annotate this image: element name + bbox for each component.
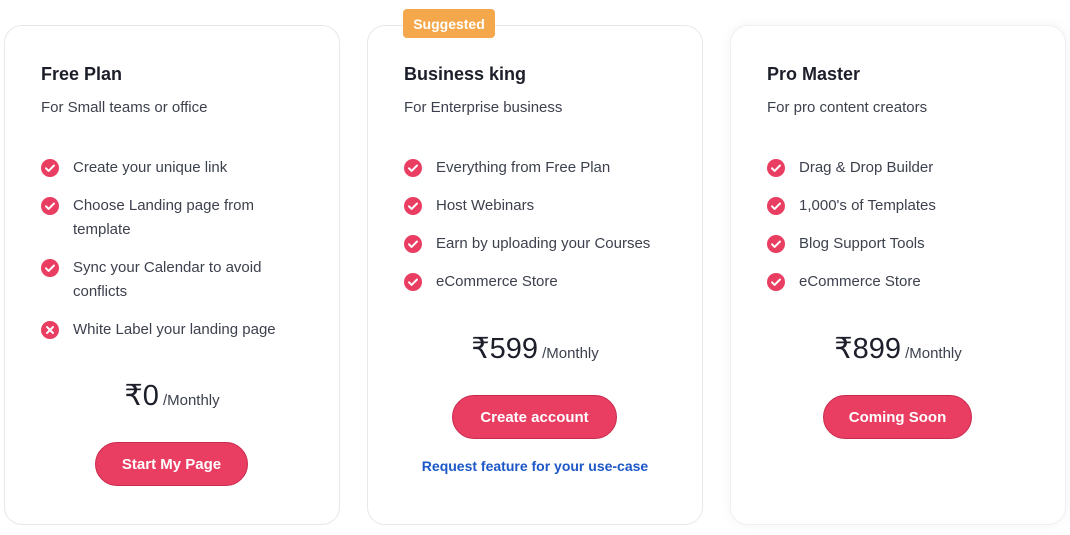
plan-title: Pro Master: [767, 64, 861, 84]
feature-text: Sync your Calendar to avoid conflicts: [73, 259, 262, 300]
feature-text: Earn by uploading your Courses: [436, 235, 651, 252]
feature-item: Choose Landing page from template: [41, 194, 303, 242]
feature-item: eCommerce Store: [767, 270, 1047, 294]
price-period: /Monthly: [542, 345, 599, 362]
check-circle-icon: [41, 197, 59, 215]
feature-text: Everything from Free Plan: [436, 159, 611, 176]
feature-item: eCommerce Store: [404, 270, 684, 294]
feature-text: Drag & Drop Builder: [799, 159, 934, 176]
feature-text: 1,000's of Templates: [799, 197, 936, 214]
check-circle-icon: [404, 273, 422, 291]
plan-title: Business king: [404, 64, 527, 84]
price-display: ₹899 /Monthly: [731, 331, 1065, 366]
check-circle-icon: [41, 159, 59, 177]
feature-item: Everything from Free Plan: [404, 156, 684, 180]
price-period: /Monthly: [905, 345, 962, 362]
price-amount: ₹899: [834, 333, 902, 365]
feature-item: Sync your Calendar to avoid conflicts: [41, 256, 303, 304]
plan-title: Free Plan: [41, 64, 123, 84]
feature-item: Earn by uploading your Courses: [404, 232, 684, 256]
feature-item: White Label your landing page: [41, 318, 321, 342]
feature-text: eCommerce Store: [799, 273, 921, 290]
feature-list: Drag & Drop Builder 1,000's of Templates…: [767, 156, 1047, 308]
feature-text: eCommerce Store: [436, 273, 558, 290]
feature-text: Create your unique link: [73, 159, 228, 176]
start-my-page-button[interactable]: Start My Page: [95, 442, 248, 486]
price-amount: ₹599: [471, 333, 539, 365]
feature-item: 1,000's of Templates: [767, 194, 1047, 218]
feature-item: Drag & Drop Builder: [767, 156, 1047, 180]
check-circle-icon: [404, 235, 422, 253]
check-circle-icon: [404, 197, 422, 215]
feature-item: Blog Support Tools: [767, 232, 1047, 256]
feature-text: Host Webinars: [436, 197, 535, 214]
check-circle-icon: [767, 235, 785, 253]
plan-subtitle: For Small teams or office: [41, 99, 208, 116]
feature-item: Host Webinars: [404, 194, 684, 218]
plan-subtitle: For Enterprise business: [404, 99, 563, 116]
create-account-button[interactable]: Create account: [452, 395, 617, 439]
check-circle-icon: [767, 273, 785, 291]
price-amount: ₹0: [124, 380, 159, 412]
pricing-card-pro: Pro Master For pro content creators Drag…: [730, 25, 1066, 525]
feature-item: Create your unique link: [41, 156, 321, 180]
feature-list: Everything from Free Plan Host Webinars …: [404, 156, 684, 308]
price-display: ₹0 /Monthly: [5, 378, 339, 413]
pricing-card-free: Free Plan For Small teams or office Crea…: [4, 25, 340, 525]
suggested-badge: Suggested: [403, 9, 495, 38]
feature-text: Blog Support Tools: [799, 235, 925, 252]
plan-subtitle: For pro content creators: [767, 99, 928, 116]
check-circle-icon: [41, 259, 59, 277]
check-circle-icon: [767, 197, 785, 215]
feature-text: White Label your landing page: [73, 321, 276, 338]
price-period: /Monthly: [162, 392, 220, 409]
cross-circle-icon: [41, 321, 59, 339]
coming-soon-button[interactable]: Coming Soon: [823, 395, 972, 439]
pricing-card-business: Business king For Enterprise business Ev…: [367, 25, 703, 525]
check-circle-icon: [767, 159, 785, 177]
request-feature-link[interactable]: Request feature for your use-case: [368, 458, 702, 474]
feature-text: Choose Landing page from template: [73, 197, 254, 238]
check-circle-icon: [404, 159, 422, 177]
feature-list: Create your unique link Choose Landing p…: [41, 156, 321, 356]
price-display: ₹599 /Monthly: [368, 331, 702, 366]
